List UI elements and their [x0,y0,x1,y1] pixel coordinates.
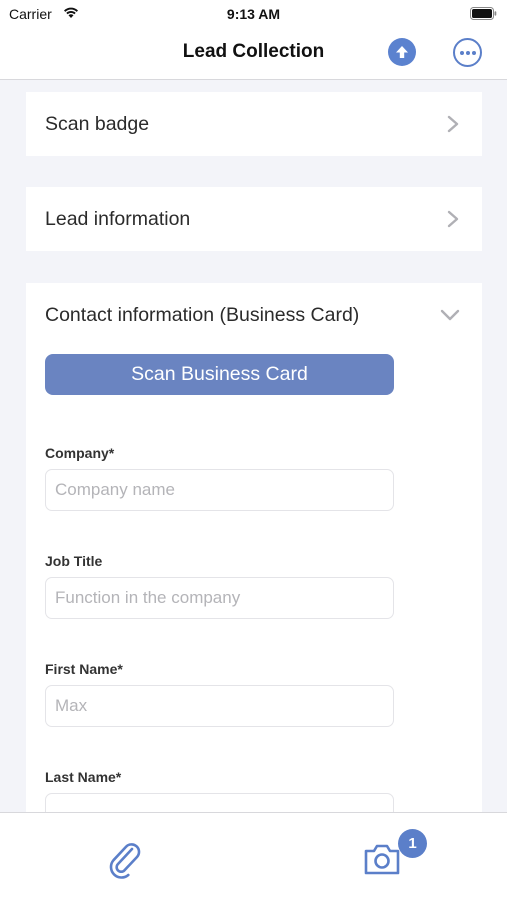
navigation-bar: Lead Collection [0,28,507,80]
contact-information-header[interactable]: Contact information (Business Card) [26,283,482,347]
scan-badge-section[interactable]: Scan badge [26,92,482,156]
section-title: Lead information [45,207,191,230]
paperclip-icon[interactable] [104,837,146,879]
section-title: Contact information (Business Card) [45,303,360,326]
first-name-label: First Name* [45,661,123,677]
section-title: Scan badge [45,112,150,135]
page-title: Lead Collection [182,41,325,62]
chevron-down-icon [440,309,460,321]
job-title-input[interactable] [45,577,394,619]
upload-icon [396,46,408,58]
more-icon [459,50,476,55]
contact-information-section: Contact information (Business Card) Scan… [26,283,482,812]
chevron-right-icon [447,210,459,228]
status-bar: Carrier 9:13 AM [0,0,507,28]
first-name-input[interactable] [45,685,394,727]
scan-business-card-button[interactable]: Scan Business Card [45,354,394,395]
last-name-label: Last Name* [45,769,122,785]
company-label: Company* [45,445,115,461]
camera-icon[interactable] [362,841,402,877]
upload-button[interactable] [388,38,416,66]
more-options-button[interactable] [453,38,482,67]
chevron-right-icon [447,115,459,133]
clock: 9:13 AM [226,6,281,22]
lead-information-section[interactable]: Lead information [26,187,482,251]
photo-count-badge: 1 [398,829,427,858]
form-scroll-area[interactable]: Scan badge Lead information Contact info… [0,80,507,812]
job-title-label: Job Title [45,553,103,569]
battery-icon [470,7,497,20]
company-input[interactable] [45,469,394,511]
last-name-input[interactable] [45,793,394,812]
bottom-toolbar: 1 [0,812,507,900]
